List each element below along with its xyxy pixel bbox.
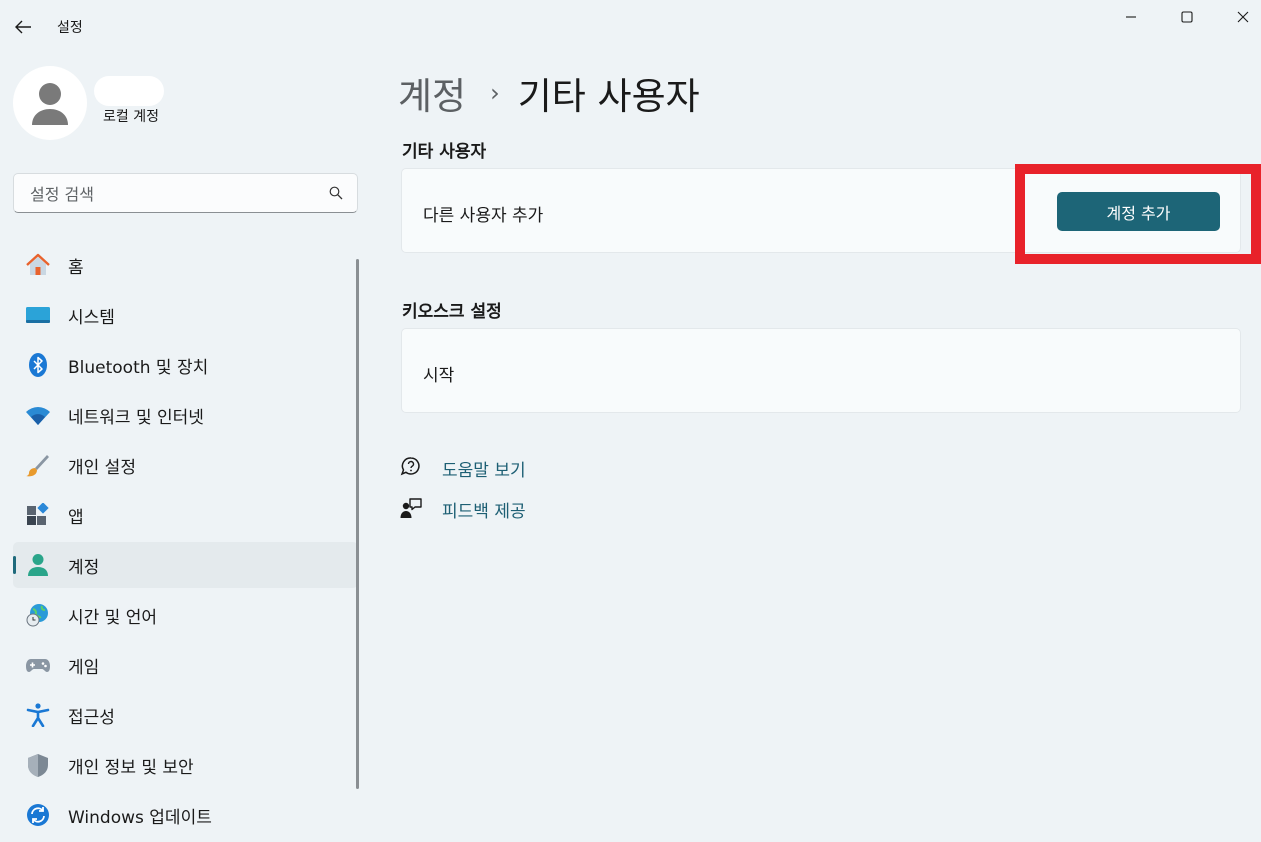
sidebar-nav: 홈 시스템 Bluetooth 및 장치 네트워크 및 인터넷 개인 설정 앱 … [13, 242, 358, 842]
apps-icon [25, 503, 51, 527]
update-icon [25, 803, 51, 827]
help-link[interactable]: 도움말 보기 [442, 456, 526, 481]
sidebar-item-personalization[interactable]: 개인 설정 [13, 442, 358, 488]
sidebar-item-label: 앱 [68, 507, 84, 528]
shield-icon [25, 753, 51, 777]
breadcrumb-separator: › [490, 79, 500, 107]
add-other-user-label: 다른 사용자 추가 [423, 206, 544, 226]
sidebar-item-accounts[interactable]: 계정 [13, 542, 358, 588]
feedback-icon [400, 497, 422, 519]
avatar[interactable] [13, 66, 87, 140]
sidebar-item-label: 개인 정보 및 보안 [68, 757, 194, 778]
sidebar-item-label: 홈 [68, 257, 84, 278]
title-bar: 설정 [0, 0, 1261, 52]
user-name-redacted [94, 76, 164, 106]
search-input[interactable] [28, 182, 322, 206]
sidebar-item-gaming[interactable]: 게임 [13, 642, 358, 688]
account-type-label: 로컬 계정 [103, 109, 159, 125]
sidebar-item-label: Bluetooth 및 장치 [68, 357, 209, 378]
sidebar-item-network[interactable]: 네트워크 및 인터넷 [13, 392, 358, 438]
accessibility-icon [25, 703, 51, 727]
close-button[interactable] [1220, 4, 1261, 30]
kiosk-start-card[interactable]: 시작 [401, 328, 1241, 413]
sidebar-scrollbar[interactable] [356, 259, 359, 789]
close-icon [1237, 11, 1249, 23]
sidebar-item-home[interactable]: 홈 [13, 242, 358, 288]
sidebar-item-accessibility[interactable]: 접근성 [13, 692, 358, 738]
sidebar-item-privacy-security[interactable]: 개인 정보 및 보안 [13, 742, 358, 788]
back-button[interactable] [10, 14, 36, 40]
wifi-icon [25, 403, 51, 427]
feedback-link[interactable]: 피드백 제공 [442, 497, 526, 522]
help-chat-icon [400, 456, 422, 478]
bluetooth-icon [25, 353, 51, 377]
sidebar-item-system[interactable]: 시스템 [13, 292, 358, 338]
home-icon [25, 253, 51, 277]
sidebar-item-label: 시간 및 언어 [68, 607, 158, 628]
brush-icon [25, 453, 51, 477]
breadcrumb-parent[interactable]: 계정 [398, 66, 466, 120]
add-account-button[interactable]: 계정 추가 [1057, 192, 1220, 231]
help-link-row[interactable]: 도움말 보기 [400, 454, 526, 481]
user-silhouette-icon [32, 83, 68, 125]
search-icon[interactable] [329, 186, 343, 200]
sidebar-item-time-language[interactable]: 시간 및 언어 [13, 592, 358, 638]
sidebar-item-label: 개인 설정 [68, 457, 136, 478]
back-arrow-icon [15, 20, 31, 34]
maximize-icon [1181, 11, 1193, 23]
sidebar-item-windows-update[interactable]: Windows 업데이트 [13, 792, 358, 838]
sidebar-item-label: 시스템 [68, 307, 115, 328]
sidebar-item-label: 게임 [68, 657, 100, 678]
gamepad-icon [25, 653, 51, 677]
kiosk-section-title: 키오스크 설정 [402, 302, 502, 322]
app-title: 설정 [57, 20, 83, 36]
minimize-icon [1126, 16, 1136, 18]
minimize-button[interactable] [1108, 4, 1154, 30]
globe-clock-icon [25, 603, 51, 627]
sidebar-item-apps[interactable]: 앱 [13, 492, 358, 538]
search-box[interactable] [13, 173, 358, 213]
maximize-button[interactable] [1164, 4, 1210, 30]
sidebar-item-label: Windows 업데이트 [68, 807, 212, 828]
sidebar-item-label: 네트워크 및 인터넷 [68, 407, 204, 428]
page-title: 기타 사용자 [517, 75, 700, 118]
kiosk-start-label: 시작 [423, 366, 455, 386]
sidebar-item-label: 접근성 [68, 707, 115, 728]
system-icon [25, 303, 51, 327]
sidebar-item-label: 계정 [68, 557, 100, 578]
feedback-link-row[interactable]: 피드백 제공 [400, 495, 526, 522]
sidebar-item-bluetooth[interactable]: Bluetooth 및 장치 [13, 342, 358, 388]
account-icon [25, 553, 51, 577]
other-users-section-title: 기타 사용자 [402, 142, 487, 162]
breadcrumb: 계정 › 기타 사용자 [398, 66, 700, 120]
